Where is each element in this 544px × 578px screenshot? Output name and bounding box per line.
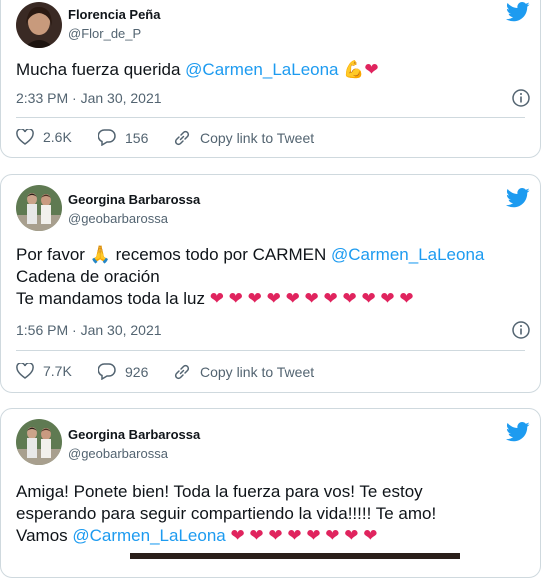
heart-emoji: ❤ xyxy=(364,60,379,79)
twitter-bird-icon[interactable] xyxy=(506,2,530,22)
reply-count: 156 xyxy=(125,129,149,146)
tweet-text-body: Mucha fuerza querida xyxy=(16,60,186,79)
tweet-text-body: Por favor xyxy=(16,245,90,264)
mention-link[interactable]: @Carmen_LaLeona xyxy=(72,526,225,545)
author-handle[interactable]: @geobarbarossa xyxy=(68,446,168,461)
divider xyxy=(16,117,525,118)
tweet-text-body: Te mandamos toda la luz xyxy=(16,289,210,308)
tweet-card-2[interactable]: Georgina Barbarossa @geobarbarossa Por f… xyxy=(0,174,541,393)
like-button[interactable]: 7.7K xyxy=(16,363,72,379)
copy-link-button[interactable]: Copy link to Tweet xyxy=(173,363,314,381)
author-handle[interactable]: @Flor_de_P xyxy=(68,26,141,41)
tweet-line-1: Amiga! Ponete bien! Toda la fuerza para … xyxy=(16,482,423,501)
author-name[interactable]: Georgina Barbarossa xyxy=(68,427,200,442)
info-icon[interactable] xyxy=(512,321,530,339)
avatar[interactable] xyxy=(16,2,62,48)
mention-link[interactable]: @Carmen_LaLeona xyxy=(185,60,338,79)
avatar[interactable] xyxy=(16,419,62,465)
author-name[interactable]: Georgina Barbarossa xyxy=(68,192,200,207)
copy-link-label: Copy link to Tweet xyxy=(200,364,315,380)
author-name[interactable]: Florencia Peña xyxy=(68,7,160,22)
hearts-emoji: ❤ ❤ ❤ ❤ ❤ ❤ ❤ ❤ ❤ ❤ ❤ xyxy=(209,289,414,308)
twitter-bird-icon[interactable] xyxy=(506,422,530,442)
heart-outline-icon xyxy=(16,363,34,379)
image-strip-bottom xyxy=(130,553,460,559)
like-count: 2.6K xyxy=(43,129,72,145)
link-icon xyxy=(174,130,190,146)
reply-icon xyxy=(98,129,116,146)
author-handle[interactable]: @geobarbarossa xyxy=(68,211,168,226)
divider xyxy=(16,350,525,351)
tweet-card-1[interactable]: Florencia Peña @Flor_de_P Mucha fuerza q… xyxy=(0,0,541,158)
tweet-line-1: Por favor 🙏 recemos todo por CARMEN @Car… xyxy=(16,244,484,266)
tweet-line-2: Cadena de oración xyxy=(16,267,160,286)
tweet-text: Amiga! Ponete bien! Toda la fuerza para … xyxy=(16,481,436,547)
info-icon[interactable] xyxy=(512,89,530,107)
tweet-line-3: Vamos @Carmen_LaLeona ❤ ❤ ❤ ❤ ❤ ❤ ❤ ❤ xyxy=(16,525,436,547)
link-icon xyxy=(174,364,190,380)
tweet-text-body: recemos todo por CARMEN xyxy=(110,245,332,264)
like-button[interactable]: 2.6K xyxy=(16,129,72,145)
tweet-text: Mucha fuerza querida @Carmen_LaLeona 💪❤ xyxy=(16,59,379,81)
tweet-text: Por favor 🙏 recemos todo por CARMEN @Car… xyxy=(16,244,484,310)
mention-link[interactable]: @Carmen_LaLeona xyxy=(331,245,484,264)
tweet-timestamp[interactable]: 2:33 PM · Jan 30, 2021 xyxy=(16,90,162,106)
reply-button[interactable]: 156 xyxy=(98,129,148,146)
tweet-line-2: esperando para seguir compartiendo la vi… xyxy=(16,504,437,523)
reply-count: 926 xyxy=(125,363,149,380)
tweet-text-body: Vamos xyxy=(16,526,73,545)
heart-outline-icon xyxy=(16,129,34,145)
reply-icon xyxy=(98,363,116,380)
tweet-line-3: Te mandamos toda la luz ❤ ❤ ❤ ❤ ❤ ❤ ❤ ❤ … xyxy=(16,288,484,310)
like-count: 7.7K xyxy=(43,363,72,379)
reply-button[interactable]: 926 xyxy=(98,363,148,380)
muscle-emoji: 💪 xyxy=(343,60,365,79)
praying-hands-emoji: 🙏 xyxy=(89,245,111,264)
avatar[interactable] xyxy=(16,185,62,231)
hearts-emoji: ❤ ❤ ❤ ❤ ❤ ❤ ❤ ❤ xyxy=(225,526,378,545)
tweet-timestamp[interactable]: 1:56 PM · Jan 30, 2021 xyxy=(16,322,162,338)
twitter-bird-icon[interactable] xyxy=(506,188,530,208)
copy-link-label: Copy link to Tweet xyxy=(200,130,315,146)
copy-link-button[interactable]: Copy link to Tweet xyxy=(173,129,314,147)
